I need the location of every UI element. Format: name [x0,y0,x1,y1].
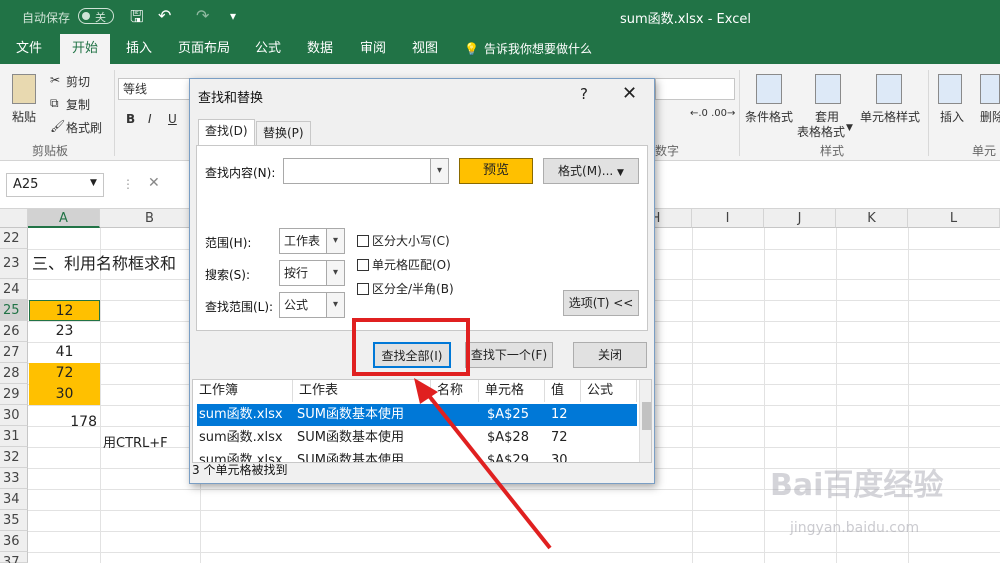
baidu-logo: Bai百度经验 [770,468,944,503]
baidu-url: jingyan.baidu.com [790,520,920,536]
